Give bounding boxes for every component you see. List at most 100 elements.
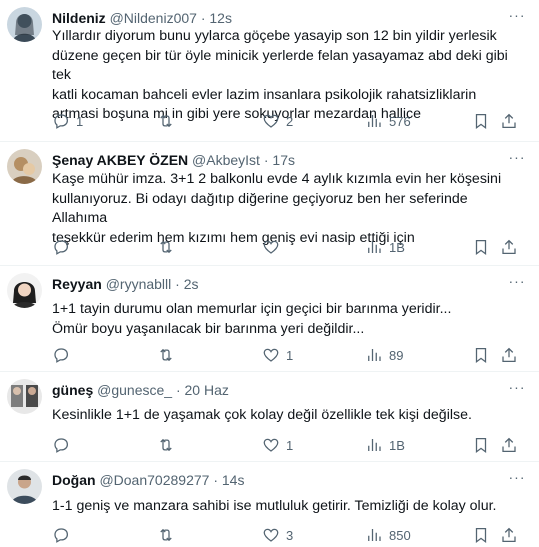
like-button[interactable]: 2 [262,111,293,131]
avatar[interactable] [7,469,42,504]
tweet-actions: 1 1B [52,435,522,455]
views-icon [368,529,381,541]
tweet[interactable]: Reyyan @ryynablll · 2s ··· 1+1 tayin dur… [0,266,539,372]
like-icon [263,114,279,128]
reply-button[interactable] [52,237,76,257]
reply-icon [54,438,69,453]
share-button[interactable] [500,435,518,455]
bookmark-button[interactable] [472,525,490,545]
more-icon[interactable]: ··· [507,380,527,400]
like-button[interactable] [262,237,286,257]
like-button[interactable]: 1 [262,345,293,365]
display-name[interactable]: güneş [52,382,93,398]
reply-button[interactable] [52,525,76,545]
views-icon [368,439,381,451]
retweet-button[interactable] [157,525,181,545]
like-button[interactable]: 1 [262,435,293,455]
views-button[interactable]: 1B [365,237,405,257]
tweet-actions: 1 89 [52,345,522,365]
timestamp[interactable]: 17s [272,152,295,168]
more-icon[interactable]: ··· [507,470,527,490]
user-handle[interactable]: @Doan70289277 [99,472,209,488]
display-name[interactable]: Doğan [52,472,96,488]
retweet-icon [160,528,172,542]
like-icon [263,438,279,452]
retweet-button[interactable] [157,111,181,131]
views-icon [368,115,381,127]
like-button[interactable]: 3 [262,525,293,545]
tweet[interactable]: Şenay AKBEY ÖZEN @AkbeyIst · 17s ··· Kaş… [0,142,539,266]
bookmark-button[interactable] [472,435,490,455]
avatar[interactable] [7,273,42,308]
more-icon[interactable]: ··· [507,150,527,170]
share-icon [502,113,516,129]
share-button[interactable] [500,345,518,365]
share-icon [502,239,516,255]
tweet-feed: Nildeniz @Nildeniz007 · 12s ··· Yıllardı… [0,0,539,547]
tweet-text: Kesinlikle 1+1 de yaşamak çok kolay deği… [52,407,472,423]
timestamp[interactable]: 20 Haz [185,382,229,398]
bookmark-icon [475,239,487,256]
like-count: 3 [286,527,294,543]
retweet-button[interactable] [157,435,181,455]
views-button[interactable]: 850 [365,525,411,545]
timestamp[interactable]: 2s [184,276,199,292]
views-icon [368,349,381,361]
views-button[interactable]: 1B [365,435,405,455]
retweet-button[interactable] [157,237,181,257]
share-button[interactable] [500,111,518,131]
tweet-actions: 1B [52,237,522,257]
tweet-actions: 3 850 [52,525,522,545]
like-count: 1 [286,437,294,453]
user-handle[interactable]: @gunesce_ [97,382,172,398]
retweet-icon [160,438,172,452]
views-button[interactable]: 576 [365,111,411,131]
like-count: 1 [286,347,294,363]
reply-icon [54,528,69,543]
share-icon [502,347,516,363]
bookmark-icon [475,347,487,364]
tweet-header: Doğan @Doan70289277 · 14s [52,470,499,490]
display-name[interactable]: Nildeniz [52,10,106,26]
view-count: 1B [389,437,405,453]
retweet-icon [160,240,172,254]
view-count: 576 [389,113,411,129]
tweet[interactable]: Doğan @Doan70289277 · 14s ··· 1-1 geniş … [0,462,539,547]
share-button[interactable] [500,525,518,545]
avatar[interactable] [7,379,42,414]
display-name[interactable]: Reyyan [52,276,102,292]
more-icon[interactable]: ··· [507,8,527,28]
retweet-button[interactable] [157,345,181,365]
avatar[interactable] [7,7,42,42]
reply-button[interactable]: 1 [52,111,83,131]
views-button[interactable]: 89 [365,345,403,365]
display-name[interactable]: Şenay AKBEY ÖZEN [52,152,188,168]
more-icon[interactable]: ··· [507,274,527,294]
avatar[interactable] [7,149,42,184]
user-handle[interactable]: @AkbeyIst [192,152,260,168]
reply-button[interactable] [52,435,76,455]
tweet[interactable]: güneş @gunesce_ · 20 Haz ··· Kesinlikle … [0,372,539,462]
tweet-text: 1+1 tayin durumu olan memurlar için geçi… [52,301,452,337]
user-handle[interactable]: @Nildeniz007 [110,10,197,26]
bookmark-button[interactable] [472,237,490,257]
user-handle[interactable]: @ryynablll [106,276,172,292]
bookmark-icon [475,527,487,544]
separator-dot: · [175,276,180,292]
tweet[interactable]: Nildeniz @Nildeniz007 · 12s ··· Yıllardı… [0,0,539,142]
reply-icon [54,114,69,129]
bookmark-button[interactable] [472,111,490,131]
bookmark-button[interactable] [472,345,490,365]
reply-button[interactable] [52,345,76,365]
like-icon [263,528,279,542]
timestamp[interactable]: 12s [209,10,232,26]
timestamp[interactable]: 14s [222,472,245,488]
tweet-actions: 1 2 576 [52,111,522,131]
reply-count: 1 [76,113,84,129]
like-icon [263,240,279,254]
view-count: 1B [389,239,405,255]
share-icon [502,527,516,543]
share-button[interactable] [500,237,518,257]
separator-dot: · [175,382,181,398]
bookmark-icon [475,437,487,454]
